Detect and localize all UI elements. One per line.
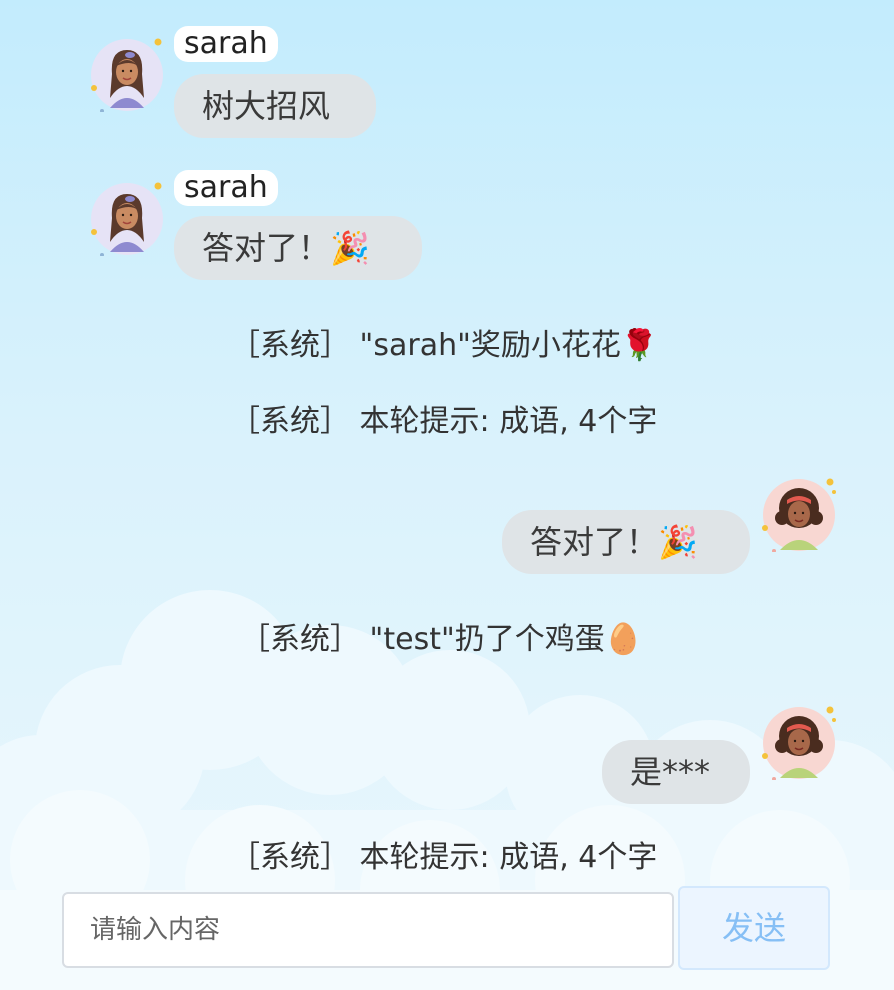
message-input[interactable]	[62, 892, 674, 968]
system-text: 本轮提示: 成语, 4个字	[359, 840, 658, 875]
system-message: ［系统］ 本轮提示: 成语, 4个字	[230, 396, 657, 440]
system-tag: ［系统］	[230, 840, 350, 875]
user-avatar-icon	[91, 38, 163, 112]
system-text: "sarah"奖励小花花🌹	[359, 328, 659, 363]
sender-name: sarah	[174, 26, 278, 62]
message-bubble: 答对了！🎉	[174, 216, 422, 280]
system-message: ［系统］ "test"扔了个鸡蛋🥚	[240, 614, 642, 658]
message-bubble: 答对了！🎉	[502, 510, 750, 574]
system-tag: ［系统］	[240, 622, 360, 657]
message-bubble: 是***	[602, 740, 750, 804]
system-text: "test"扔了个鸡蛋🥚	[369, 622, 643, 657]
system-message: ［系统］ "sarah"奖励小花花🌹	[230, 320, 658, 364]
sender-name: sarah	[174, 170, 278, 206]
system-tag: ［系统］	[230, 404, 350, 439]
message-bubble: 树大招风	[174, 74, 376, 138]
user-avatar-icon	[762, 706, 836, 780]
system-text: 本轮提示: 成语, 4个字	[359, 404, 658, 439]
system-tag: ［系统］	[230, 328, 350, 363]
system-message: ［系统］ 本轮提示: 成语, 4个字	[230, 832, 657, 876]
user-avatar-icon	[762, 478, 836, 552]
user-avatar-icon	[91, 182, 163, 256]
send-button[interactable]: 发送	[678, 886, 830, 970]
